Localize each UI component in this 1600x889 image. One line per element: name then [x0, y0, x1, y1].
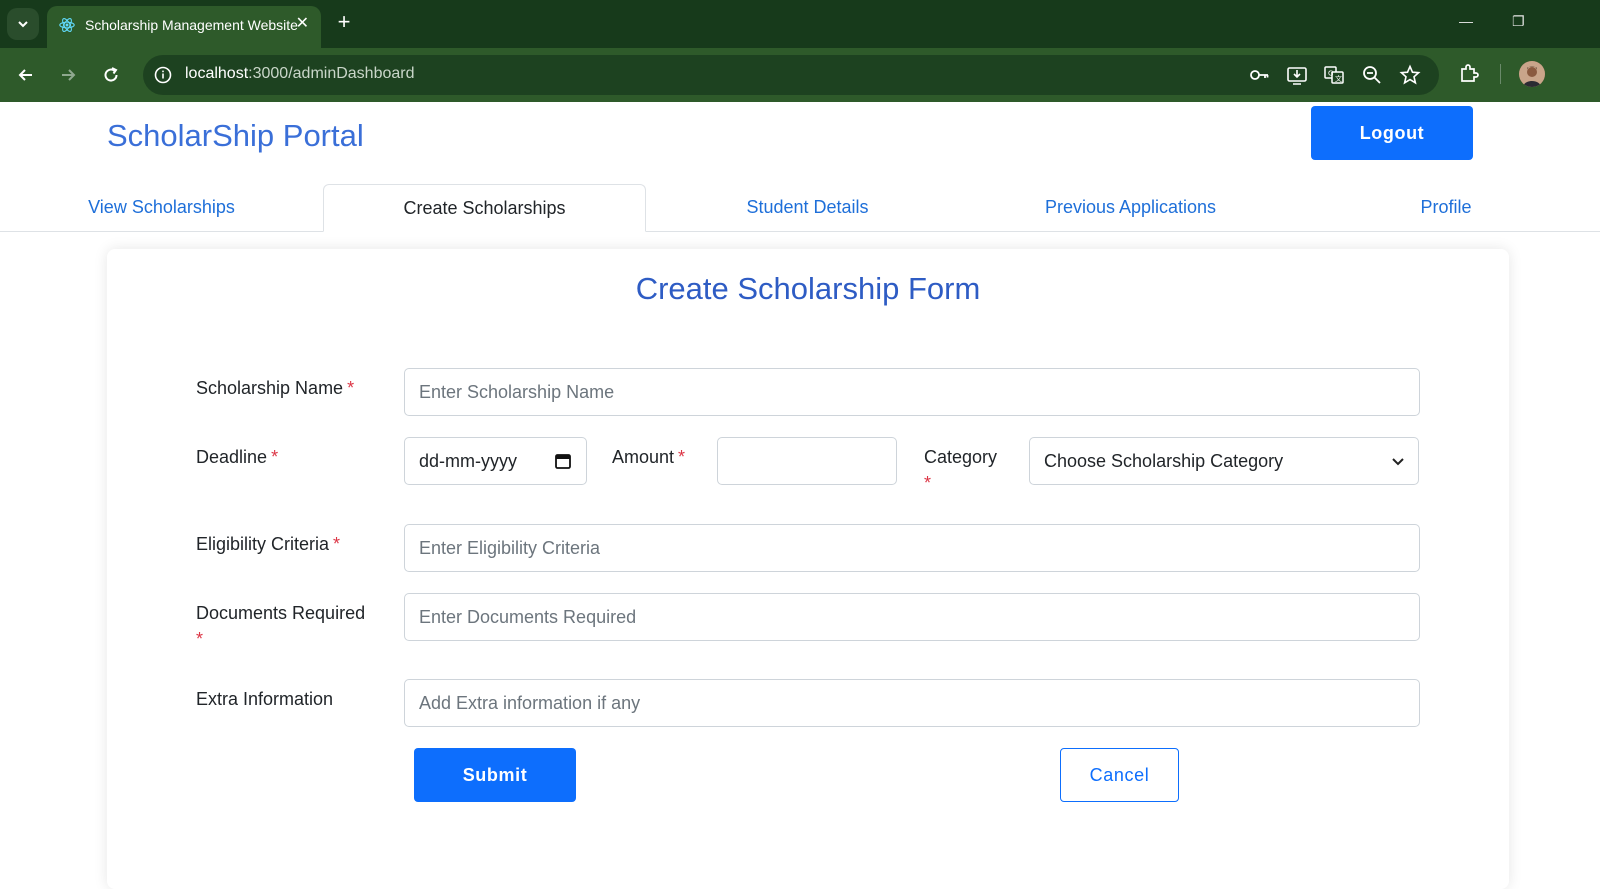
chevron-down-icon	[1392, 458, 1404, 466]
required-marker: *	[271, 447, 279, 467]
back-icon[interactable]	[12, 61, 40, 89]
category-select[interactable]: Choose Scholarship Category	[1029, 437, 1419, 485]
extra-info-label: Extra Information	[196, 689, 334, 709]
tab-student-details[interactable]: Student Details	[646, 184, 969, 231]
eligibility-input[interactable]	[404, 524, 1420, 572]
scholarship-name-label: Scholarship Name *	[196, 378, 355, 398]
extra-info-input[interactable]	[404, 679, 1420, 727]
brand-title[interactable]: ScholarShip Portal	[107, 118, 364, 154]
zoom-icon[interactable]	[1361, 64, 1383, 86]
category-label: Category *	[924, 447, 998, 493]
calendar-icon[interactable]	[554, 452, 572, 470]
minimize-icon[interactable]: —	[1459, 13, 1473, 29]
tab-list-button[interactable]	[7, 8, 39, 40]
form-title: Create Scholarship Form	[635, 271, 981, 306]
address-bar[interactable]: localhost:3000/adminDashboard G文	[143, 55, 1439, 95]
deadline-label: Deadline *	[196, 447, 279, 467]
forward-icon[interactable]	[54, 61, 82, 89]
cancel-button[interactable]: Cancel	[1060, 748, 1179, 802]
required-marker: *	[333, 534, 341, 554]
submit-button[interactable]: Submit	[414, 748, 576, 802]
site-info-icon[interactable]	[151, 63, 175, 87]
browser-tab[interactable]: Scholarship Management Website ✕	[47, 6, 321, 48]
eligibility-label: Eligibility Criteria *	[196, 534, 341, 554]
restore-icon[interactable]: ❐	[1512, 13, 1525, 30]
chevron-down-icon	[18, 21, 28, 28]
tab-create-scholarships[interactable]: Create Scholarships	[323, 184, 646, 232]
browser-tab-strip: Scholarship Management Website ✕ + — ❐	[0, 0, 1600, 48]
reload-icon[interactable]	[97, 61, 125, 89]
required-marker: *	[347, 378, 355, 398]
category-selected-value: Choose Scholarship Category	[1044, 450, 1284, 471]
svg-text:文: 文	[1335, 74, 1342, 83]
tab-profile[interactable]: Profile	[1292, 184, 1600, 231]
install-icon[interactable]	[1286, 64, 1308, 86]
amount-input[interactable]	[717, 437, 897, 485]
page: ScholarShip Portal Logout View Scholarsh…	[0, 102, 1600, 889]
deadline-value: dd-mm-yyyy	[419, 450, 517, 471]
form-card: Create Scholarship Form Scholarship Name…	[107, 249, 1509, 889]
svg-text:G: G	[1328, 70, 1333, 78]
required-marker: *	[678, 447, 686, 467]
nav-tabs: View Scholarships Create Scholarships St…	[0, 184, 1600, 232]
extensions-icon[interactable]	[1457, 62, 1481, 86]
required-marker: *	[196, 629, 204, 649]
tab-title: Scholarship Management Website	[85, 17, 298, 33]
close-icon[interactable]: ✕	[296, 14, 309, 34]
react-icon	[59, 18, 75, 32]
star-icon[interactable]	[1399, 64, 1421, 86]
tab-previous-applications[interactable]: Previous Applications	[969, 184, 1292, 231]
logout-button[interactable]: Logout	[1311, 106, 1473, 160]
url-text: localhost:3000/adminDashboard	[185, 65, 415, 82]
new-tab-button[interactable]: +	[333, 11, 355, 33]
deadline-date-input[interactable]: dd-mm-yyyy	[404, 437, 587, 485]
key-icon[interactable]	[1248, 64, 1270, 86]
avatar[interactable]	[1519, 61, 1545, 87]
documents-label: Documents Required *	[196, 603, 366, 649]
tab-view-scholarships[interactable]: View Scholarships	[0, 184, 323, 231]
browser-toolbar: localhost:3000/adminDashboard G文	[0, 48, 1600, 102]
translate-icon[interactable]: G文	[1323, 64, 1345, 86]
scholarship-name-input[interactable]	[404, 368, 1420, 416]
amount-label: Amount *	[612, 447, 686, 467]
toolbar-separator	[1500, 64, 1501, 84]
documents-input[interactable]	[404, 593, 1420, 641]
required-marker: *	[924, 473, 932, 493]
